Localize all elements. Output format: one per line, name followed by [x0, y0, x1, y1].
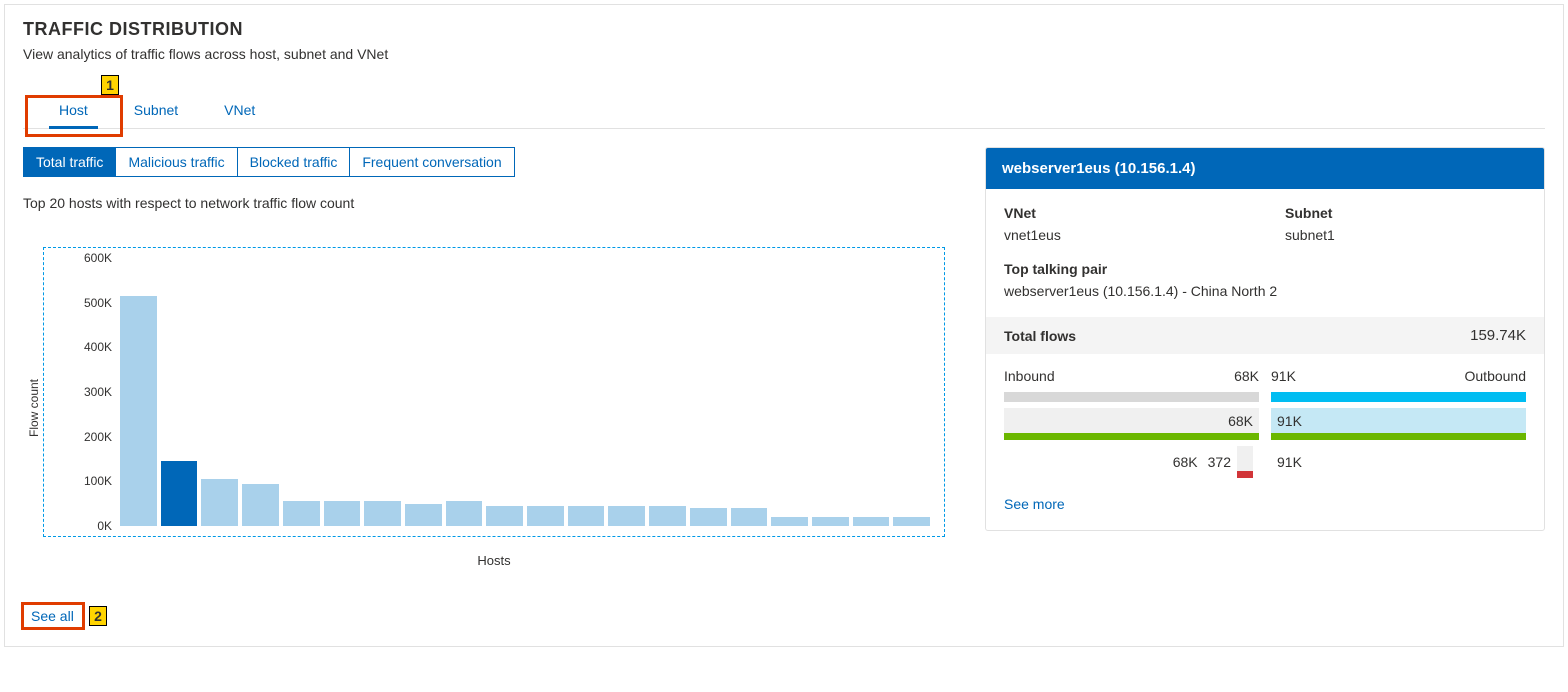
chart-bar[interactable] — [446, 501, 483, 526]
see-all-link[interactable]: See all — [25, 604, 80, 628]
flow-direction-split: Inbound 68K 68K 68K 372 — [1004, 368, 1526, 478]
host-detail-header: webserver1eus (10.156.1.4) — [986, 148, 1544, 189]
chart-bar[interactable] — [486, 506, 523, 526]
chart-bar[interactable] — [161, 461, 198, 526]
primary-tabs: Host Subnet VNet — [23, 94, 1545, 129]
chart-y-ticks: 0K100K200K300K400K500K600K — [74, 258, 114, 526]
flow-count-chart: Flow count 0K 100K 200K 300K 400K 500K 600K Ho… — [23, 247, 945, 568]
chart-bar[interactable] — [242, 484, 279, 526]
top-talking-pair-label: Top talking pair — [1004, 261, 1526, 277]
chart-bar[interactable] — [120, 296, 157, 526]
outbound-value: 91K — [1271, 368, 1296, 384]
subnet-label: Subnet — [1285, 205, 1526, 221]
subnet-value: subnet1 — [1285, 227, 1526, 243]
chart-y-tick: 0K — [72, 519, 112, 533]
outbound-blocked-row: 91K — [1271, 446, 1526, 478]
chart-bars — [116, 258, 934, 526]
chart-y-tick: 400K — [72, 340, 112, 354]
inbound-track — [1004, 392, 1259, 402]
chart-bar[interactable] — [568, 506, 605, 526]
chart-bar[interactable] — [649, 506, 686, 526]
page-subtitle: View analytics of traffic flows across h… — [23, 46, 1545, 62]
subtab-malicious-traffic[interactable]: Malicious traffic — [116, 148, 237, 176]
page-title: TRAFFIC DISTRIBUTION — [23, 19, 1545, 40]
total-flows-row: Total flows 159.74K — [986, 317, 1544, 354]
chart-bar[interactable] — [364, 501, 401, 526]
chart-bar[interactable] — [812, 517, 849, 526]
vnet-value: vnet1eus — [1004, 227, 1245, 243]
pair-separator: - — [1182, 283, 1187, 299]
inbound-red-right: 372 — [1208, 454, 1231, 470]
tab-subnet[interactable]: Subnet — [130, 94, 182, 128]
chart-x-axis-label: Hosts — [43, 553, 945, 568]
subtab-frequent-conversation[interactable]: Frequent conversation — [350, 148, 513, 176]
traffic-type-tabs: Total traffic Malicious traffic Blocked … — [23, 147, 515, 177]
chart-bar[interactable] — [893, 517, 930, 526]
tab-vnet[interactable]: VNet — [220, 94, 259, 128]
chart-bar[interactable] — [324, 501, 361, 526]
outbound-track — [1271, 392, 1526, 402]
chart-bar[interactable] — [527, 506, 564, 526]
chart-bar[interactable] — [608, 506, 645, 526]
chart-bar[interactable] — [731, 508, 768, 526]
chart-y-tick: 200K — [72, 430, 112, 444]
tab-host[interactable]: Host — [55, 94, 92, 128]
chart-caption: Top 20 hosts with respect to network tra… — [23, 195, 945, 211]
chart-y-tick: 100K — [72, 474, 112, 488]
inbound-red-left: 68K — [1173, 454, 1198, 470]
traffic-distribution-panel: TRAFFIC DISTRIBUTION View analytics of t… — [4, 4, 1564, 647]
inbound-value: 68K — [1234, 368, 1259, 384]
chart-y-tick: 500K — [72, 296, 112, 310]
outbound-allowed-value: 91K — [1277, 413, 1302, 429]
vnet-label: VNet — [1004, 205, 1245, 221]
inbound-label: Inbound — [1004, 368, 1055, 384]
subtab-blocked-traffic[interactable]: Blocked traffic — [238, 148, 351, 176]
inbound-allowed-value: 68K — [1228, 413, 1253, 429]
pair-source: webserver1eus (10.156.1.4) — [1004, 283, 1178, 299]
outbound-allowed-bar: 91K — [1271, 408, 1526, 440]
inbound-side: Inbound 68K 68K 68K 372 — [1004, 368, 1259, 478]
chart-bar[interactable] — [201, 479, 238, 526]
chart-y-axis-label: Flow count — [27, 378, 41, 436]
pair-destination: China North 2 — [1191, 283, 1277, 299]
inbound-red-marker — [1237, 446, 1253, 478]
chart-bar[interactable] — [405, 504, 442, 526]
see-more-link[interactable]: See more — [1004, 496, 1065, 512]
inbound-allowed-bar: 68K — [1004, 408, 1259, 440]
chart-bar[interactable] — [690, 508, 727, 526]
annotation-2: 2 — [89, 606, 107, 626]
chart-frame: 0K 100K 200K 300K 400K 500K 600K — [43, 247, 945, 537]
outbound-label: Outbound — [1465, 368, 1527, 384]
total-flows-value: 159.74K — [1470, 327, 1526, 344]
annotation-1: 1 — [101, 75, 119, 95]
chart-y-tick: 300K — [72, 385, 112, 399]
total-flows-label: Total flows — [1004, 328, 1076, 344]
outbound-side: 91K Outbound 91K 91K — [1271, 368, 1526, 478]
inbound-blocked-row: 68K 372 — [1004, 446, 1259, 478]
chart-y-tick: 600K — [72, 251, 112, 265]
outbound-red-value: 91K — [1277, 454, 1302, 470]
host-detail-card: webserver1eus (10.156.1.4) VNet vnet1eus… — [985, 147, 1545, 531]
subtab-total-traffic[interactable]: Total traffic — [24, 148, 116, 176]
top-talking-pair-value: webserver1eus (10.156.1.4) - China North… — [1004, 283, 1526, 299]
chart-bar[interactable] — [283, 501, 320, 526]
chart-bar[interactable] — [771, 517, 808, 526]
chart-bar[interactable] — [853, 517, 890, 526]
